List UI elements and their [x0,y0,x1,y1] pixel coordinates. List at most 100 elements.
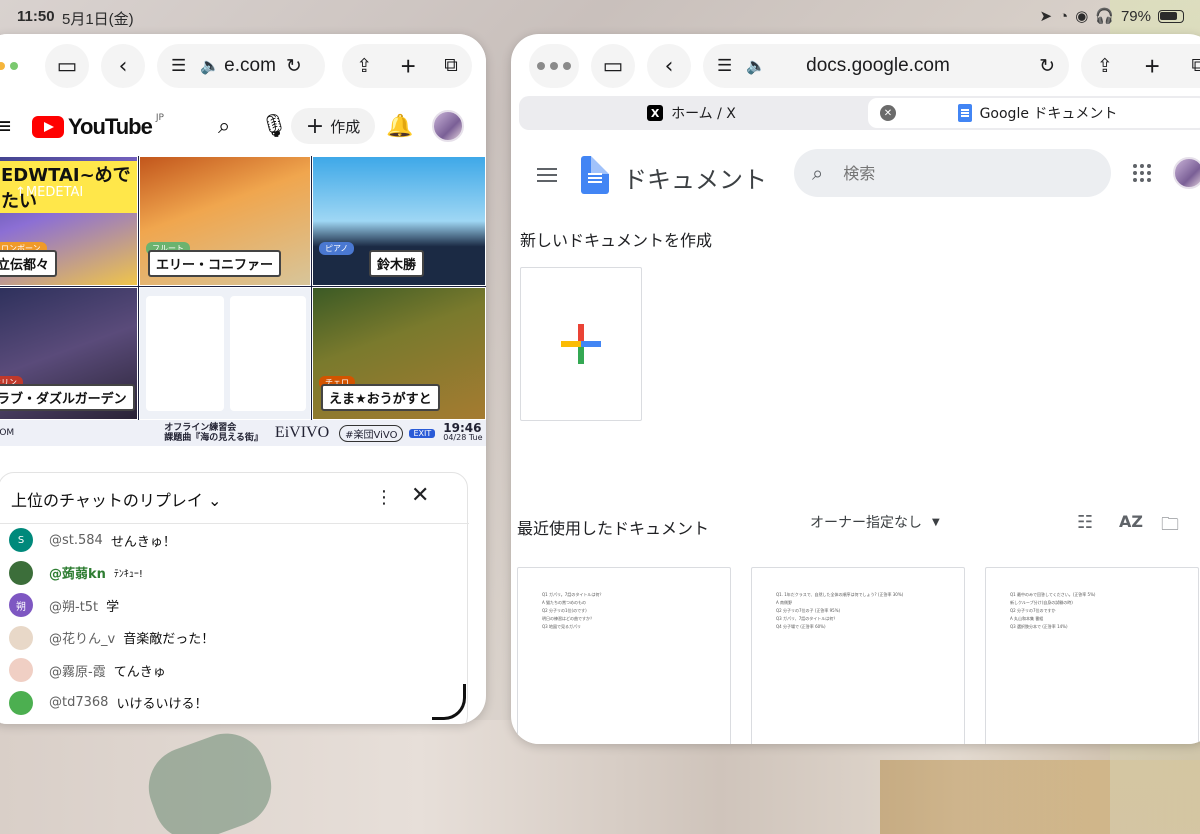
chat-message: S @st.584 せんきゅ！ [0,524,469,557]
focus-icon: ◉ [1075,8,1089,25]
status-bar: 11:50 5月1日(金) ➤ ◔ ◉ 🎧 79% [0,0,1200,34]
chevron-down-icon: ⌄ [207,491,222,510]
page-menu-icon[interactable]: ☰ [717,56,732,76]
more-options-icon[interactable]: ⋮ [375,487,393,508]
avatar[interactable] [432,110,464,142]
tabs-overview-icon[interactable]: ⧉ [444,55,458,77]
chat-title-dropdown[interactable]: 上位のチャットのリプレイ ⌄ [11,487,221,511]
new-tab-icon[interactable]: + [401,51,416,82]
performer-caption: 立伝都々 [0,250,58,277]
docs-icon [957,104,972,122]
performer-caption: ラブ・ダズルガーデン [0,384,135,411]
menu-icon[interactable]: ≡ [0,114,12,139]
chat-message: @蒟蒻kn ﾃﾝｷｭｰ! [0,557,469,590]
footer-clock: 19:46 [443,421,482,435]
mic-icon[interactable]: 🎙 [260,114,288,139]
recent-doc-3[interactable]: Q1 最中のみで回答してください。(正答率 5%) 新しクループ分け(自身の試験の… [985,567,1199,744]
recent-doc-1[interactable]: Q1 ガパリ。7話のタイトルは何？ A 猫たちの賞つめのもの Q2 分子リの1位(の… [517,567,731,744]
footer-day: 04/28 Tue [443,433,483,442]
search-box[interactable]: ⌕ [794,149,1111,197]
window-dots-button[interactable] [0,44,32,88]
create-button[interactable]: + 作成 [291,108,375,144]
tab-google-docs[interactable]: ✕ Google ドキュメント [868,98,1200,128]
youtube-logo[interactable]: YouTube JP [32,113,164,140]
list-view-icon[interactable]: ☷ [1077,512,1093,533]
right-actions: ⇪ + ⧉ [1081,44,1200,88]
left-toolbar: ▭ ‹ ☰ 🔈 e.com ↻ ⇪ + ⧉ [0,34,486,98]
chat-author[interactable]: @st.584 [49,533,103,548]
thumb-text-line: Q2 分子リの7位のですか [1010,608,1056,613]
chat-author[interactable]: @td7368 [49,695,108,710]
speaker-icon[interactable]: 🔈 [200,56,220,76]
chat-text: 音楽敵だった！ [123,632,215,648]
recent-doc-2[interactable]: Q1. 1年だクラスで、自然した全体の順序は何でしょう? (正答率 30%) A … [751,567,965,744]
back-icon[interactable]: ‹ [647,44,691,88]
tile-banner-sub: ↑MEDETAI [15,185,84,200]
chat-text: 学 [106,599,120,615]
chat-author[interactable]: @霧原-霞 [49,661,106,680]
owner-filter-dropdown[interactable]: オーナー指定なし ▼ [810,512,940,532]
colorful-plus-icon [561,324,601,364]
speaker-icon[interactable]: 🔈 [746,56,766,76]
sort-az-icon[interactable]: AZ [1119,512,1143,531]
chat-avatar[interactable]: S [9,528,33,553]
right-address-bar[interactable]: ☰ 🔈 docs.google.com ↻ [703,44,1069,88]
video-tile-5-comments [139,287,311,420]
chat-avatar[interactable] [9,560,33,585]
chat-author[interactable]: @花りん_v [49,628,115,647]
new-tab-icon[interactable]: + [1145,51,1160,82]
chat-message: @霧原-霞 てんきゅ [0,654,469,687]
chat-author[interactable]: @朔-t5t [49,596,98,615]
tab-label: Google ドキュメント [979,106,1118,122]
close-tab-icon[interactable]: ✕ [880,105,896,121]
thumb-text-line: Q1 ガパリ。7話のタイトルは何？ [542,592,604,597]
chat-author[interactable]: @蒟蒻kn [49,563,106,582]
chat-message: @花りん_v 音楽敵だった！ [0,622,469,655]
youtube-header: ≡ YouTube JP ⌕ 🎙 + 作成 🔔 [0,104,486,152]
chat-avatar[interactable] [9,690,33,715]
share-icon[interactable]: ⇪ [1097,55,1113,78]
chat-replay-panel: 上位のチャットのリプレイ ⌄ ⋮ ✕ S @st.584 せんきゅ！ @蒟蒻kn ﾃﾝｷ… [0,472,469,724]
folder-icon[interactable]: 🗀 [1161,512,1179,542]
page-menu-icon[interactable]: ☰ [171,56,186,76]
share-icon[interactable]: ⇪ [356,55,372,78]
footer-song: 課題曲『海の見える街』 [164,433,263,443]
thumb-text-line: Q2 分子リの1位(のです) [542,608,587,613]
thumb-text-line: Q1 最中のみで回答してください。(正答率 5%) [1010,592,1096,597]
search-icon[interactable]: ⌕ [218,114,230,139]
tabs-overview-icon[interactable]: ⧉ [1192,55,1200,77]
search-input[interactable] [843,163,1084,183]
thumb-text-line: Q1. 1年だクラスで、自然した全体の順序は何でしょう? (正答率 30%) [776,592,904,597]
back-icon[interactable]: ‹ [101,44,145,88]
chat-avatar[interactable] [9,658,33,683]
left-address-bar[interactable]: ☰ 🔈 e.com ↻ [157,44,325,88]
window-dots-button[interactable] [529,44,579,88]
thumb-text-line: 新しクループ分け(自身の試験の時) [1010,600,1073,605]
account-avatar[interactable] [1173,157,1200,189]
thumb-text-line: A 猫たちの賞つめのもの [542,600,587,605]
google-apps-icon[interactable] [1133,164,1151,182]
chat-avatar[interactable] [9,625,33,650]
tab-x-home[interactable]: X ホーム / X [519,96,864,130]
reload-icon[interactable]: ↻ [286,55,302,78]
blank-document-template[interactable] [520,267,642,421]
recent-documents-heading: 最近使用したドキュメント [517,519,710,538]
footer-event: オフライン練習会 [164,423,237,433]
video-footer: ROOM オフライン練習会 課題曲『海の見える街』 EiVIVO #楽団ViVO… [0,420,486,446]
search-icon: ⌕ [812,161,824,185]
close-icon[interactable]: ✕ [411,483,429,508]
sidebar-icon[interactable]: ▭ [45,44,89,88]
docs-logo-icon[interactable] [581,156,609,194]
sidebar-icon[interactable]: ▭ [591,44,635,88]
x-logo-icon: X [647,105,664,121]
chat-avatar[interactable]: 朔 [9,593,33,618]
new-document-heading: 新しいドキュメントを作成 [520,231,713,250]
thumb-text-line: Q3 ガパリ、7話のタイトルは何？ [776,616,838,621]
chat-message: 朔 @朔-t5t 学 [0,589,469,622]
main-menu-icon[interactable] [537,168,557,182]
location-icon: ➤ [1039,8,1053,25]
reload-icon[interactable]: ↻ [1039,55,1055,78]
bell-icon[interactable]: 🔔 [386,114,413,139]
right-url: docs.google.com [806,55,950,76]
video-player[interactable]: EDWTAI~めでたい ↑MEDETAI トロンボーン 立伝都々 フルート エリ… [0,156,486,446]
